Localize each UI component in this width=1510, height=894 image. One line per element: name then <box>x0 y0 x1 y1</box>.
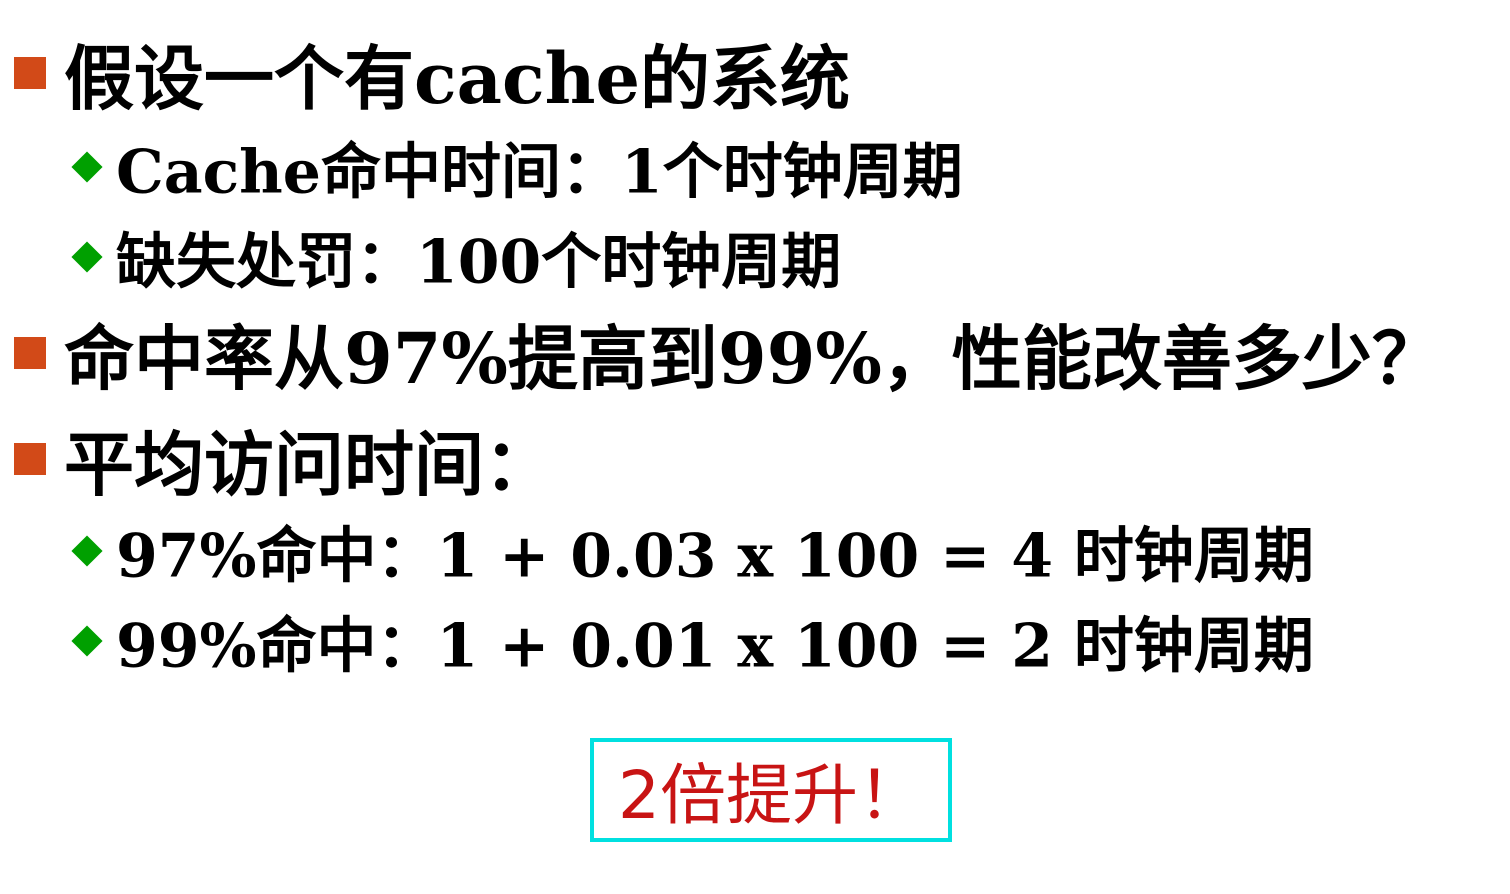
diamond-bullet-icon <box>71 240 103 273</box>
bullet-system-assumption: 假设一个有cache的系统 <box>14 38 850 114</box>
bullet-text: 平均访问时间： <box>64 423 554 506</box>
bullet-text: 缺失处罚：100个时钟周期 <box>116 227 842 298</box>
bullet-average-access-time: 平均访问时间： <box>14 424 554 500</box>
square-bullet-icon <box>14 443 46 475</box>
result-callout: 2倍提升！ <box>590 738 952 842</box>
bullet-text: Cache命中时间：1个时钟周期 <box>116 137 963 208</box>
sub-bullet-97-hit: 97%命中：1 + 0.03 x 100 = 4 时钟周期 <box>71 522 1314 587</box>
bullet-text: 假设一个有cache的系统 <box>64 37 851 120</box>
sub-bullet-99-hit: 99%命中：1 + 0.01 x 100 = 2 时钟周期 <box>71 612 1314 677</box>
diamond-bullet-icon <box>71 150 103 183</box>
bullet-question: 命中率从97%提高到99%，性能改善多少？ <box>14 318 1442 394</box>
diamond-bullet-icon <box>71 534 103 567</box>
diamond-bullet-icon <box>71 624 103 657</box>
slide: 假设一个有cache的系统 Cache命中时间：1个时钟周期 缺失处罚：100个… <box>0 0 1510 894</box>
sub-bullet-hit-time: Cache命中时间：1个时钟周期 <box>71 138 963 203</box>
bullet-text: 99%命中：1 + 0.01 x 100 = 2 时钟周期 <box>116 611 1314 682</box>
bullet-text: 命中率从97%提高到99%，性能改善多少？ <box>64 317 1442 400</box>
bullet-text: 97%命中：1 + 0.03 x 100 = 4 时钟周期 <box>116 521 1314 592</box>
square-bullet-icon <box>14 337 46 369</box>
square-bullet-icon <box>14 57 46 89</box>
sub-bullet-miss-penalty: 缺失处罚：100个时钟周期 <box>71 228 841 293</box>
